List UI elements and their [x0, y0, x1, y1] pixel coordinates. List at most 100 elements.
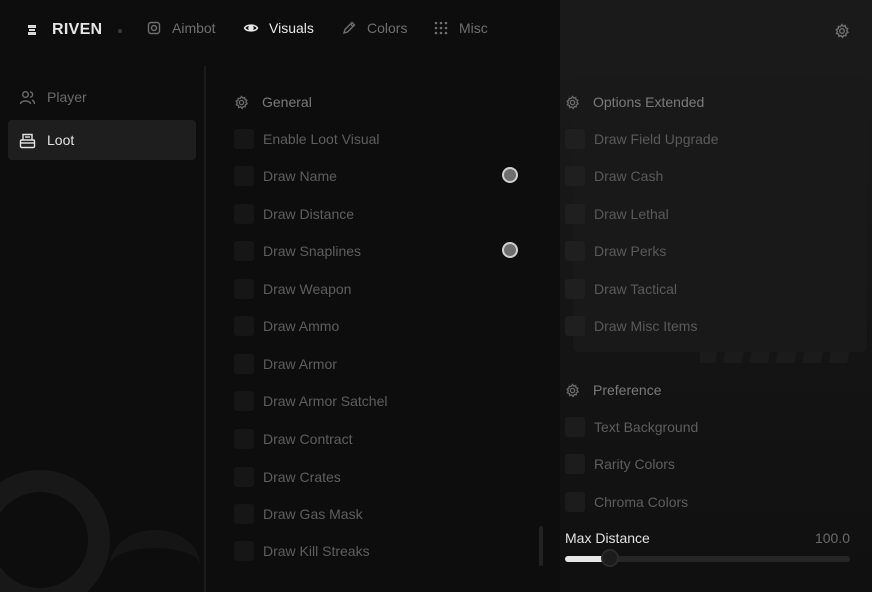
checkbox-chroma-colors[interactable]: Chroma Colors	[565, 491, 688, 513]
box-icon	[19, 133, 36, 148]
checkbox[interactable]	[565, 241, 585, 261]
checkbox-label: Draw Field Upgrade	[594, 131, 719, 147]
section-title-label: General	[262, 94, 312, 110]
checkbox-label: Draw Armor Satchel	[263, 393, 388, 409]
checkbox-draw-field-upgrade[interactable]: Draw Field Upgrade	[565, 128, 719, 150]
checkbox-label: Draw Gas Mask	[263, 506, 363, 522]
checkbox-draw-armor[interactable]: Draw Armor	[234, 353, 337, 375]
checkbox-label: Rarity Colors	[594, 456, 675, 472]
crosshair-icon	[147, 21, 161, 35]
checkbox-draw-ammo[interactable]: Draw Ammo	[234, 315, 339, 337]
checkbox-label: Draw Crates	[263, 469, 341, 485]
checkbox-label: Draw Tactical	[594, 281, 677, 297]
checkbox[interactable]	[234, 279, 254, 299]
checkbox-draw-cash[interactable]: Draw Cash	[565, 165, 663, 187]
checkbox-draw-crates[interactable]: Draw Crates	[234, 466, 341, 488]
gear-icon	[235, 94, 249, 109]
checkbox[interactable]	[565, 166, 585, 186]
section-title-options-extended: Options Extended	[565, 94, 704, 110]
checkbox[interactable]	[234, 166, 254, 186]
checkbox-draw-gas-mask[interactable]: Draw Gas Mask	[234, 503, 363, 525]
background-art	[110, 530, 200, 592]
checkbox-draw-tactical[interactable]: Draw Tactical	[565, 278, 677, 300]
section-title-general: General	[234, 94, 312, 110]
section-title-label: Preference	[593, 382, 662, 398]
checkbox[interactable]	[234, 467, 254, 487]
checkbox-draw-misc-items[interactable]: Draw Misc Items	[565, 315, 697, 337]
brand: RIVEN	[24, 20, 102, 40]
checkbox-label: Draw Armor	[263, 356, 337, 372]
checkbox[interactable]	[565, 129, 585, 149]
tab-misc-label: Misc	[459, 20, 488, 36]
checkbox-label: Draw Name	[263, 168, 337, 184]
sidebar-item-player[interactable]: Player	[8, 77, 196, 117]
checkbox[interactable]	[234, 316, 254, 336]
max-distance-label: Max Distance	[565, 530, 650, 546]
checkbox-draw-perks[interactable]: Draw Perks	[565, 240, 666, 262]
checkbox-draw-name[interactable]: Draw Name	[234, 165, 337, 187]
tab-colors-label: Colors	[367, 20, 408, 36]
checkbox-label: Chroma Colors	[594, 494, 689, 510]
checkbox-label: Draw Ammo	[263, 318, 340, 334]
checkbox[interactable]	[234, 391, 254, 411]
tab-misc[interactable]: Misc	[433, 20, 488, 36]
checkbox-draw-lethal[interactable]: Draw Lethal	[565, 203, 669, 225]
checkbox[interactable]	[565, 316, 585, 336]
tab-aimbot[interactable]: Aimbot	[146, 20, 216, 36]
checkbox-label: Draw Kill Streaks	[263, 543, 370, 559]
checkbox-draw-distance[interactable]: Draw Distance	[234, 203, 354, 225]
background-art	[0, 470, 110, 592]
checkbox[interactable]	[234, 241, 254, 261]
brand-name: RIVEN	[52, 21, 103, 38]
checkbox-label: Text Background	[594, 419, 699, 435]
checkbox-rarity-colors[interactable]: Rarity Colors	[565, 453, 675, 475]
checkbox-draw-contract[interactable]: Draw Contract	[234, 428, 352, 450]
checkbox-label: Draw Perks	[594, 243, 667, 259]
checkbox-enable-loot-visual[interactable]: Enable Loot Visual	[234, 128, 380, 150]
tab-aimbot-label: Aimbot	[172, 20, 216, 36]
checkbox[interactable]	[565, 279, 585, 299]
max-distance-value: 100.0	[814, 530, 850, 546]
checkbox-draw-armor-satchel[interactable]: Draw Armor Satchel	[234, 390, 387, 412]
checkbox-label: Draw Cash	[594, 168, 664, 184]
checkbox[interactable]	[234, 204, 254, 224]
users-icon	[19, 90, 36, 104]
checkbox-label: Draw Contract	[263, 431, 353, 447]
eye-icon	[243, 24, 259, 32]
color-picker-draw-snaplines[interactable]	[502, 242, 518, 258]
checkbox[interactable]	[565, 454, 585, 474]
slider-handle[interactable]	[601, 549, 619, 567]
gear-icon[interactable]	[834, 23, 850, 39]
checkbox[interactable]	[565, 492, 585, 512]
gear-icon	[566, 94, 580, 109]
section-title-label: Options Extended	[593, 94, 705, 110]
checkbox[interactable]	[234, 504, 254, 524]
riven-logo-icon	[28, 25, 36, 35]
checkbox-draw-snaplines[interactable]: Draw Snaplines	[234, 240, 361, 262]
checkbox-label: Draw Distance	[263, 206, 355, 222]
sidebar-item-label: Player	[47, 89, 87, 105]
grid-dots-icon	[434, 21, 448, 35]
checkbox[interactable]	[234, 429, 254, 449]
color-picker-draw-name[interactable]	[502, 167, 518, 183]
section-title-preference: Preference	[565, 382, 661, 398]
tab-visuals[interactable]: Visuals	[243, 20, 314, 36]
checkbox-draw-weapon[interactable]: Draw Weapon	[234, 278, 351, 300]
separator-dot	[118, 29, 122, 33]
pen-icon	[342, 21, 356, 35]
checkbox[interactable]	[234, 354, 254, 374]
checkbox-label: Enable Loot Visual	[263, 131, 380, 147]
checkbox-draw-kill-streaks[interactable]: Draw Kill Streaks	[234, 540, 370, 562]
top-bar: RIVEN Aimbot Visuals Colors Misc	[0, 0, 872, 62]
tab-colors[interactable]: Colors	[341, 20, 407, 36]
checkbox[interactable]	[565, 204, 585, 224]
sidebar-divider	[204, 66, 206, 592]
checkbox-text-background[interactable]: Text Background	[565, 416, 698, 438]
checkbox[interactable]	[565, 417, 585, 437]
sidebar-item-loot[interactable]: Loot	[8, 120, 196, 160]
checkbox-label: Draw Snaplines	[263, 243, 362, 259]
scrollbar[interactable]	[539, 526, 543, 566]
checkbox-label: Draw Misc Items	[594, 318, 698, 334]
checkbox[interactable]	[234, 541, 254, 561]
checkbox[interactable]	[234, 129, 254, 149]
